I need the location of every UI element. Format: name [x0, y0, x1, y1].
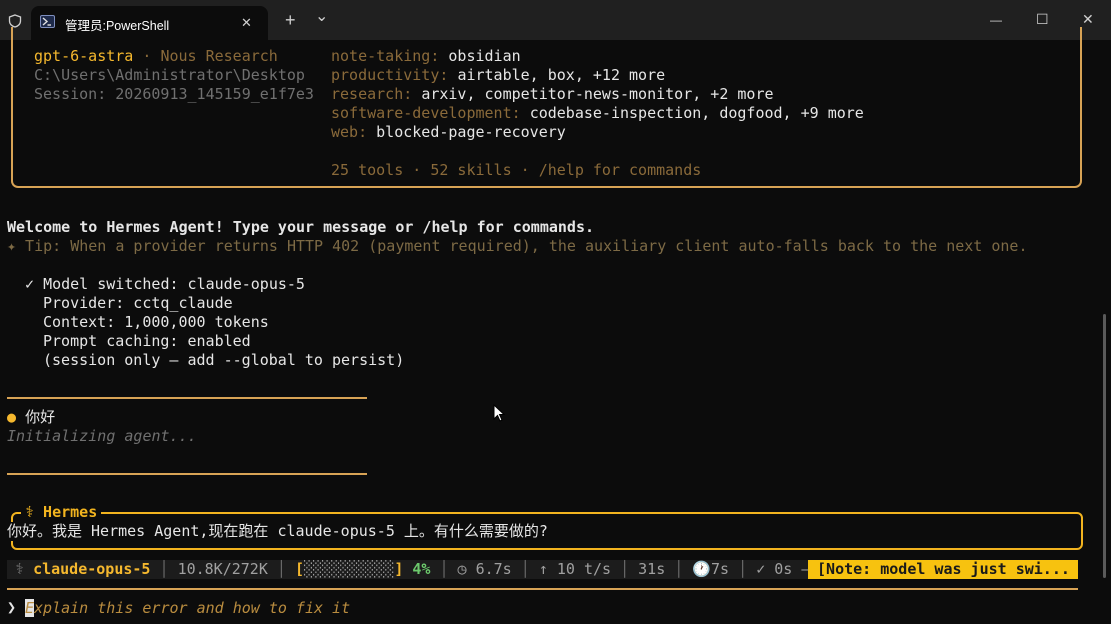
bullet-icon: ●: [7, 408, 17, 426]
banner-model: gpt-6-astra: [34, 47, 134, 65]
skill-value: arxiv, competitor-news-monitor, +2 more: [421, 85, 774, 103]
skill-value: airtable, box, +12 more: [457, 66, 666, 84]
status-tool-time: 🕐7s: [692, 560, 730, 578]
prompt-input[interactable]: [25, 598, 725, 618]
context-bar-open: [: [294, 560, 304, 578]
tip-text: ✦ Tip: When a provider returns HTTP 402 …: [7, 237, 1028, 255]
hermes-icon: ⚕: [15, 560, 25, 578]
status-model: claude-opus-5: [33, 560, 151, 578]
status-elapsed: 31s: [638, 560, 666, 578]
scrollbar[interactable]: [1103, 314, 1106, 578]
status-check-time: ✓ 0s: [756, 560, 793, 578]
banner-cwd: C:\Users\Administrator\Desktop: [34, 66, 305, 84]
skill-value: blocked-page-recovery: [376, 123, 566, 141]
context-percent: 4%: [412, 560, 431, 578]
provider-line: Provider: cctq_claude: [43, 294, 233, 312]
model-switch-line: ✓ Model switched: claude-opus-5: [25, 275, 305, 294]
skill-category: productivity:: [331, 66, 449, 84]
tab-dropdown-icon[interactable]: ⌄: [315, 9, 328, 25]
skill-row: software-development: codebase-inspectio…: [331, 104, 864, 123]
model-switch-text: Model switched: claude-opus-5: [43, 275, 305, 293]
welcome-text: Welcome to Hermes Agent! Type your messa…: [7, 218, 594, 236]
skill-row: web: blocked-page-recovery: [331, 123, 566, 142]
status-tokens: 10.8K/272K: [177, 560, 268, 578]
agent-status: Initializing agent...: [7, 427, 197, 445]
skill-category: software-development:: [331, 104, 521, 122]
skill-category: note-taking:: [331, 47, 440, 65]
check-icon: ✓: [25, 275, 35, 293]
status-latency: ◷ 6.7s: [457, 560, 512, 578]
divider: [7, 588, 1078, 590]
user-message-text: 你好: [25, 408, 56, 426]
skill-row: research: arxiv, competitor-news-monitor…: [331, 85, 774, 104]
status-note-text: [Note: model was just swi...: [817, 560, 1070, 578]
skill-row: productivity: airtable, box, +12 more: [331, 66, 665, 85]
divider: [7, 473, 367, 475]
skill-category: web:: [331, 123, 368, 141]
status-speed: ↑ 10 t/s: [538, 560, 612, 578]
skill-value: codebase-inspection, dogfood, +9 more: [529, 104, 864, 122]
context-bar-close: ]: [394, 560, 404, 578]
context-bar-fill: ░░░░░░░░░░: [304, 560, 395, 578]
banner-provider: Nous Research: [160, 47, 278, 65]
prompt-symbol: ❯: [7, 598, 17, 616]
new-tab-button[interactable]: +: [285, 11, 296, 29]
user-message: ● 你好: [7, 408, 55, 427]
banner-model-line: gpt-6-astra · Nous Research: [34, 47, 278, 66]
session-note-line: (session only — add --global to persist): [43, 351, 405, 369]
divider: [7, 397, 367, 399]
hermes-title: ⚕ Hermes: [21, 503, 102, 522]
shield-icon[interactable]: [8, 14, 22, 28]
skill-value: obsidian: [448, 47, 521, 65]
banner-summary: 25 tools · 52 skills · /help for command…: [331, 161, 702, 179]
minimize-button[interactable]: —: [990, 12, 1002, 28]
close-window-button[interactable]: ✕: [1082, 11, 1094, 27]
banner-sep: ·: [133, 47, 161, 65]
maximize-button[interactable]: ☐: [1036, 11, 1049, 27]
skill-category: research:: [331, 85, 413, 103]
mouse-cursor-icon: [493, 404, 505, 422]
status-note: [Note: model was just swi...: [808, 560, 1078, 579]
hermes-reply: 你好。我是 Hermes Agent,现在跑在 claude-opus-5 上。…: [7, 522, 548, 541]
skill-row: note-taking: obsidian: [331, 47, 521, 66]
caching-line: Prompt caching: enabled: [43, 332, 251, 350]
banner-session: Session: 20260913_145159_e1f7e3: [34, 85, 314, 103]
status-bar-content: ⚕ claude-opus-5 │ 10.8K/272K │ [░░░░░░░░…: [15, 560, 811, 578]
context-line: Context: 1,000,000 tokens: [43, 313, 269, 331]
